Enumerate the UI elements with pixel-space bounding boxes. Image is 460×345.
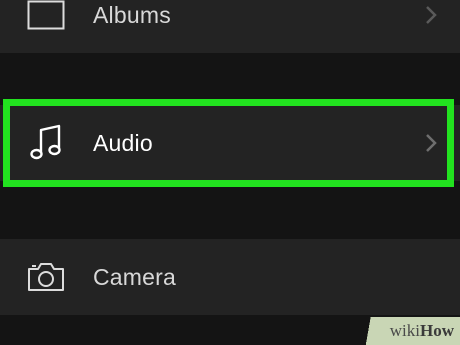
- chevron-right-icon: [424, 5, 438, 25]
- list-item-camera[interactable]: Camera: [0, 239, 460, 315]
- list-item-label: Audio: [93, 129, 153, 156]
- watermark-suffix: How: [420, 321, 454, 340]
- watermark-prefix: wiki: [389, 321, 420, 340]
- list-item-audio[interactable]: Audio: [0, 105, 460, 181]
- list-item-albums[interactable]: Albums: [0, 0, 460, 53]
- camera-icon: [26, 257, 66, 297]
- chevron-right-icon: [424, 133, 438, 153]
- list-item-label: Camera: [93, 263, 177, 290]
- music-note-icon: [26, 123, 66, 163]
- album-square-icon: [26, 0, 66, 35]
- list-item-label: Albums: [93, 1, 171, 28]
